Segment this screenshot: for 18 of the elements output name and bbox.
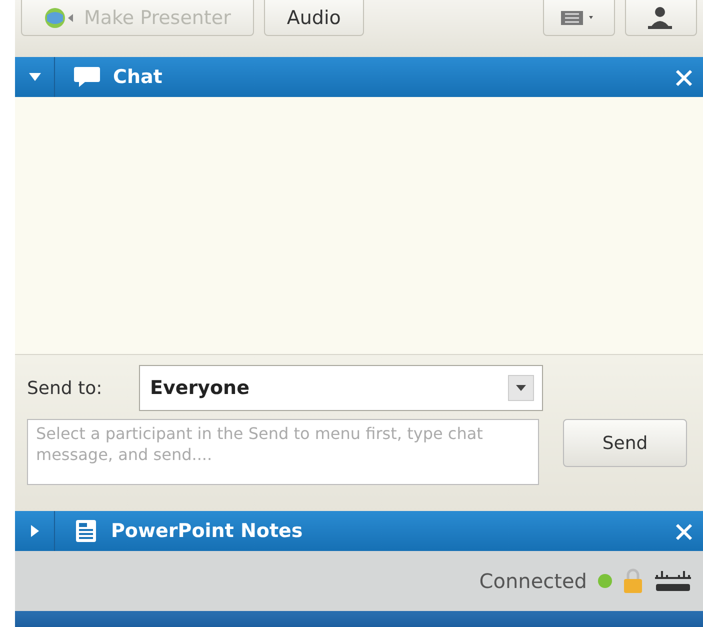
collapse-arrow-icon — [28, 72, 42, 82]
notes-icon — [73, 518, 99, 544]
audio-button[interactable]: Audio — [264, 0, 364, 36]
connection-status: Connected — [479, 568, 587, 595]
send-button[interactable]: Send — [563, 419, 687, 467]
recipient-dropdown[interactable]: Everyone — [139, 365, 543, 411]
lock-icon — [623, 568, 643, 594]
panel-title: Chat — [113, 64, 162, 90]
layout-button[interactable] — [543, 0, 615, 36]
send-to-label: Send to: — [27, 376, 104, 400]
speech-bubble-icon — [73, 65, 101, 89]
expand-arrow-icon — [30, 524, 40, 538]
message-field[interactable]: Select a participant in the Send to menu first, type chat message, and send.... — [27, 419, 539, 485]
caret-icon — [516, 385, 526, 391]
close-icon — [675, 69, 693, 88]
panel-title: PowerPoint Notes — [111, 518, 303, 544]
close-icon — [675, 523, 693, 542]
participant-button[interactable] — [625, 0, 697, 36]
